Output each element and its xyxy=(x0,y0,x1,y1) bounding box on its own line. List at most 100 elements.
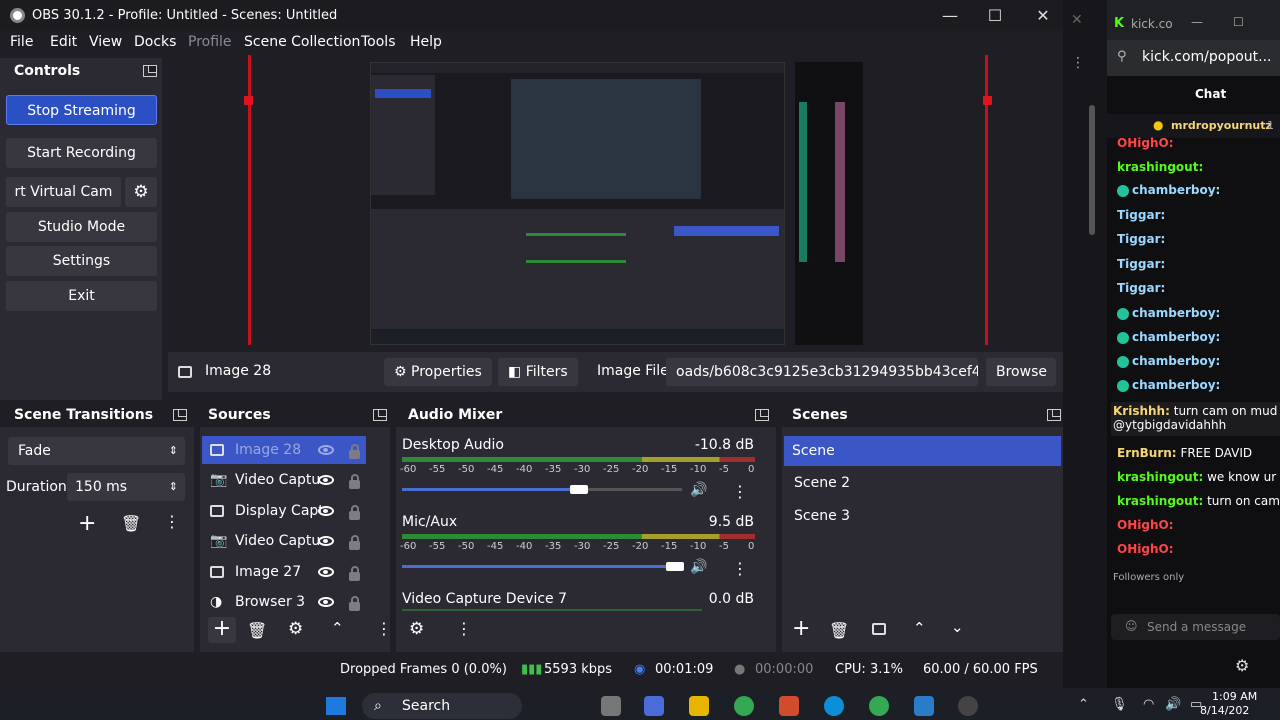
menu-docks[interactable]: Docks xyxy=(134,34,176,50)
close-button[interactable]: ✕ xyxy=(1023,4,1063,28)
chat-username[interactable]: krashingout: xyxy=(1117,470,1203,484)
start-recording-button[interactable]: Start Recording xyxy=(6,138,157,168)
pinned-banner[interactable]: ● mrdropyournutz 1 xyxy=(1107,114,1280,138)
filters-button[interactable]: ◧ Filters xyxy=(498,358,578,386)
undock-icon[interactable] xyxy=(173,409,187,421)
close-icon[interactable]: ✕ xyxy=(1071,12,1083,28)
duration-spinbox[interactable]: 150 ms ⇕ xyxy=(67,473,185,501)
properties-button[interactable]: ⚙ Properties xyxy=(384,358,492,386)
minimize-button[interactable]: — xyxy=(930,4,970,28)
exit-button[interactable]: Exit xyxy=(6,281,157,311)
edge-icon[interactable] xyxy=(824,696,844,716)
more-icon[interactable]: ⋮ xyxy=(164,512,180,531)
volume-slider-knob[interactable] xyxy=(666,562,684,571)
more-icon[interactable]: ⋮ xyxy=(456,619,472,638)
chat-username[interactable]: chamberboy: xyxy=(1132,183,1220,197)
source-item[interactable]: Image 28 xyxy=(202,436,366,464)
preview-canvas[interactable] xyxy=(168,55,1063,350)
maximize-button[interactable]: ☐ xyxy=(1233,15,1244,29)
chat-username[interactable]: OHighO: xyxy=(1117,542,1174,556)
trash-icon[interactable]: 🗑 xyxy=(121,514,141,533)
scene-item[interactable]: Scene xyxy=(784,436,1061,466)
eye-icon[interactable] xyxy=(318,567,334,577)
gear-icon[interactable]: ⚙ xyxy=(409,619,424,639)
wifi-icon[interactable]: ◠ xyxy=(1143,697,1154,712)
folder-icon[interactable] xyxy=(689,696,709,716)
undock-icon[interactable] xyxy=(373,409,387,421)
lock-icon[interactable] xyxy=(349,505,360,520)
chrome-icon[interactable] xyxy=(734,696,754,716)
chat-username[interactable]: chamberboy: xyxy=(1132,306,1220,320)
emoji-icon[interactable]: ☺ xyxy=(1125,619,1138,633)
add-scene-icon[interactable]: + xyxy=(792,616,810,641)
trash-icon[interactable]: 🗑 xyxy=(247,621,267,640)
menu-scene-collection[interactable]: Scene Collection xyxy=(244,34,360,50)
virtual-cam-button[interactable]: rt Virtual Cam xyxy=(6,177,121,207)
chat-username[interactable]: ErnBurn: xyxy=(1117,446,1177,460)
volume-slider-fill[interactable] xyxy=(402,565,682,568)
menu-tools[interactable]: Tools xyxy=(361,34,396,50)
speaker-icon[interactable]: 🔊 xyxy=(690,559,707,575)
source-item[interactable]: 📷 Video Captu xyxy=(202,466,366,494)
chat-username[interactable]: Tiggar: xyxy=(1117,257,1165,271)
menu-profile[interactable]: Profile xyxy=(188,34,232,50)
volume-slider-knob[interactable] xyxy=(570,485,588,494)
eye-icon[interactable] xyxy=(318,536,334,546)
eye-icon[interactable] xyxy=(318,475,334,485)
browser-tab-title[interactable]: kick.co xyxy=(1131,17,1173,31)
chrome-profile-icon[interactable] xyxy=(869,696,889,716)
chat-username[interactable]: chamberboy: xyxy=(1132,330,1220,344)
lock-icon[interactable] xyxy=(349,596,360,611)
volume-slider-fill[interactable] xyxy=(402,488,576,491)
scene-item[interactable]: Scene 2 xyxy=(784,468,1039,498)
more-icon[interactable]: ⋮ xyxy=(732,559,748,578)
task-view-icon[interactable] xyxy=(601,696,621,716)
chat-username[interactable]: Tiggar: xyxy=(1117,232,1165,246)
filter-icon[interactable] xyxy=(872,623,886,635)
lock-icon[interactable] xyxy=(349,444,360,459)
clock-date[interactable]: 8/14/202 xyxy=(1200,704,1249,717)
more-icon[interactable]: ⋮ xyxy=(376,619,392,638)
volume-icon[interactable]: 🔊 xyxy=(1165,697,1181,712)
chat-username[interactable]: Tiggar: xyxy=(1117,208,1165,222)
spin-icon[interactable]: ⇕ xyxy=(169,473,178,501)
chat-username[interactable]: krashingout: xyxy=(1117,494,1203,508)
undock-icon[interactable] xyxy=(755,409,769,421)
resize-handle[interactable] xyxy=(244,96,253,105)
settings-button[interactable]: Settings xyxy=(6,246,157,276)
trash-icon[interactable]: 🗑 xyxy=(829,621,849,640)
source-item[interactable]: 📷 Video Captu xyxy=(202,527,366,555)
chevron-up-icon[interactable]: ⌃ xyxy=(1078,697,1089,712)
store-icon[interactable] xyxy=(779,696,799,716)
mic-icon[interactable]: 🎙 xyxy=(1111,697,1128,712)
lock-icon[interactable] xyxy=(349,474,360,489)
more-icon[interactable]: ⋮ xyxy=(732,482,748,501)
minimize-button[interactable]: — xyxy=(1191,15,1203,29)
chat-username[interactable]: OHighO: xyxy=(1117,518,1174,532)
lock-icon[interactable] xyxy=(349,566,360,581)
lock-icon[interactable] xyxy=(349,535,360,550)
chat-username[interactable]: Tiggar: xyxy=(1117,281,1165,295)
menu-help[interactable]: Help xyxy=(410,34,442,50)
add-source-icon[interactable]: + xyxy=(208,617,236,643)
photos-icon[interactable] xyxy=(914,696,934,716)
move-up-icon[interactable]: ⌃ xyxy=(331,619,344,637)
menu-edit[interactable]: Edit xyxy=(50,34,77,50)
undock-icon[interactable] xyxy=(1047,409,1061,421)
send-message-input[interactable]: ☺ Send a message xyxy=(1111,614,1280,640)
menu-view[interactable]: View xyxy=(89,34,122,50)
image-file-path-field[interactable]: oads/b608c3c9125e3cb31294935bb43cef48.pn… xyxy=(666,358,978,386)
gear-icon[interactable]: ⚙ xyxy=(288,619,303,639)
browse-button[interactable]: Browse xyxy=(986,358,1056,386)
site-info-icon[interactable]: ⚲ xyxy=(1117,49,1127,64)
resize-handle[interactable] xyxy=(983,96,992,105)
obs-taskbar-icon[interactable] xyxy=(958,696,978,716)
add-transition-icon[interactable]: + xyxy=(78,511,96,536)
copilot-icon[interactable] xyxy=(644,696,664,716)
studio-mode-button[interactable]: Studio Mode xyxy=(6,212,157,242)
source-item[interactable]: ◑ Browser 3 xyxy=(202,588,366,616)
eye-icon[interactable] xyxy=(318,597,334,607)
search-box[interactable]: ⌕ Search xyxy=(362,693,522,719)
hidden-eye-icon[interactable] xyxy=(318,445,334,455)
chat-username[interactable]: chamberboy: xyxy=(1132,378,1220,392)
